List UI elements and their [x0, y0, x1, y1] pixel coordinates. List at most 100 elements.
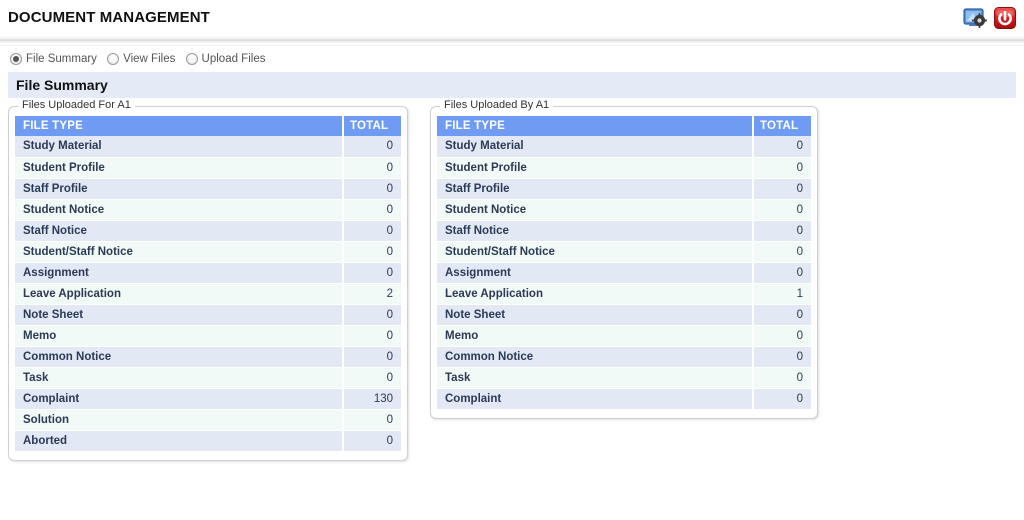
cell-file-type: Study Material — [437, 136, 753, 158]
cell-total: 0 — [752, 304, 811, 326]
view-mode-radio-group: File Summary View Files Upload Files — [0, 46, 1024, 71]
app-header: DOCUMENT MANAGEMENT — [0, 0, 1024, 36]
cell-file-type: Student Profile — [15, 157, 343, 179]
cell-file-type: Student Notice — [437, 199, 753, 221]
panel-files-uploaded-by: Files Uploaded By A1 FILE TYPE TOTAL Stu… — [430, 99, 818, 419]
files-uploaded-for-table: FILE TYPE TOTAL Study Material 0 Student P… — [15, 116, 401, 452]
cell-file-type: Staff Notice — [437, 220, 753, 242]
cell-total: 0 — [752, 325, 811, 347]
table-row: Leave Application 1 — [437, 283, 811, 305]
cell-total: 0 — [752, 346, 811, 368]
cell-total: 0 — [342, 241, 401, 263]
table-row: Staff Profile 0 — [437, 178, 811, 200]
column-header-total[interactable]: TOTAL — [752, 116, 811, 137]
table-row: Note Sheet 0 — [437, 304, 811, 326]
table-row: Study Material 0 — [15, 136, 401, 158]
table-header-row: FILE TYPE TOTAL — [15, 116, 401, 137]
section-title: File Summary — [16, 77, 108, 94]
cell-file-type: Note Sheet — [15, 304, 343, 326]
cell-file-type: Memo — [437, 325, 753, 347]
table-row: Study Material 0 — [437, 136, 811, 158]
table-row: Student/Staff Notice 0 — [437, 241, 811, 263]
header-divider — [0, 36, 1024, 46]
table-row: Leave Application 2 — [15, 283, 401, 305]
cell-file-type: Complaint — [437, 388, 753, 410]
cell-file-type: Student/Staff Notice — [15, 241, 343, 263]
cell-total: 0 — [342, 430, 401, 452]
table-body-left: Study Material 0 Student Profile 0 Staff Pro… — [15, 136, 401, 452]
cell-file-type: Task — [15, 367, 343, 389]
cell-file-type: Aborted — [15, 430, 343, 452]
cell-file-type: Student/Staff Notice — [437, 241, 753, 263]
cell-total: 0 — [752, 241, 811, 263]
table-row: Memo 0 — [437, 325, 811, 347]
table-row: Staff Notice 0 — [15, 220, 401, 242]
cell-file-type: Assignment — [437, 262, 753, 284]
files-uploaded-by-table: FILE TYPE TOTAL Study Material 0 Student P… — [437, 116, 811, 410]
cell-total: 0 — [342, 199, 401, 221]
table-row: Student/Staff Notice 0 — [15, 241, 401, 263]
cell-total: 0 — [342, 409, 401, 431]
section-title-bar: File Summary — [8, 72, 1016, 99]
table-row: Common Notice 0 — [15, 346, 401, 368]
cell-total: 0 — [342, 325, 401, 347]
cell-total: 0 — [752, 220, 811, 242]
column-header-total[interactable]: TOTAL — [342, 116, 401, 137]
cell-file-type: Solution — [15, 409, 343, 431]
cell-total: 0 — [342, 304, 401, 326]
cell-file-type: Student Notice — [15, 199, 343, 221]
table-header-row: FILE TYPE TOTAL — [437, 116, 811, 137]
cell-file-type: Assignment — [15, 262, 343, 284]
radio-dot-icon — [107, 53, 120, 65]
cell-file-type: Staff Profile — [15, 178, 343, 200]
cell-total: 0 — [752, 157, 811, 179]
cell-total: 0 — [752, 136, 811, 158]
table-row: Note Sheet 0 — [15, 304, 401, 326]
display-settings-icon[interactable] — [962, 5, 988, 31]
cell-file-type: Complaint — [15, 388, 343, 410]
table-row: Complaint 0 — [437, 388, 811, 410]
table-row: Staff Notice 0 — [437, 220, 811, 242]
cell-file-type: Note Sheet — [437, 304, 753, 326]
table-row: Complaint 130 — [15, 388, 401, 410]
power-logout-icon[interactable] — [992, 5, 1018, 31]
cell-total: 0 — [342, 346, 401, 368]
table-row: Staff Profile 0 — [15, 178, 401, 200]
cell-file-type: Task — [437, 367, 753, 389]
panel-files-uploaded-for: Files Uploaded For A1 FILE TYPE TOTAL St… — [8, 99, 408, 461]
table-body-right: Study Material 0 Student Profile 0 Staff Pro… — [437, 136, 811, 410]
summary-panels: Files Uploaded For A1 FILE TYPE TOTAL St… — [0, 99, 1024, 461]
radio-label-upload-files: Upload Files — [201, 53, 266, 65]
radio-dot-icon — [185, 53, 198, 65]
cell-file-type: Leave Application — [15, 283, 343, 305]
table-row: Student Profile 0 — [15, 157, 401, 179]
column-header-file-type[interactable]: FILE TYPE — [437, 116, 753, 137]
cell-total: 0 — [342, 220, 401, 242]
radio-dot-icon — [10, 53, 22, 65]
cell-file-type: Staff Notice — [15, 220, 343, 242]
table-row: Solution 0 — [15, 409, 401, 431]
radio-label-view-files: View Files — [123, 53, 176, 65]
table-row: Common Notice 0 — [437, 346, 811, 368]
cell-total: 0 — [342, 367, 401, 389]
cell-total: 1 — [752, 283, 811, 305]
column-header-file-type[interactable]: FILE TYPE — [15, 116, 343, 137]
radio-file-summary[interactable]: File Summary — [10, 53, 97, 65]
radio-upload-files[interactable]: Upload Files — [185, 53, 266, 65]
cell-total: 0 — [752, 199, 811, 221]
table-row: Aborted 0 — [15, 430, 401, 452]
cell-file-type: Study Material — [15, 136, 343, 158]
table-row: Assignment 0 — [437, 262, 811, 284]
cell-file-type: Common Notice — [437, 346, 753, 368]
table-row: Task 0 — [15, 367, 401, 389]
cell-file-type: Student Profile — [437, 157, 753, 179]
cell-total: 0 — [752, 388, 811, 410]
radio-view-files[interactable]: View Files — [107, 53, 175, 65]
cell-total: 0 — [342, 262, 401, 284]
cell-file-type: Common Notice — [15, 346, 343, 368]
cell-file-type: Staff Profile — [437, 178, 753, 200]
panel-legend: Files Uploaded For A1 — [18, 99, 135, 112]
cell-total: 0 — [342, 157, 401, 179]
cell-total: 0 — [342, 136, 401, 158]
table-row: Memo 0 — [15, 325, 401, 347]
